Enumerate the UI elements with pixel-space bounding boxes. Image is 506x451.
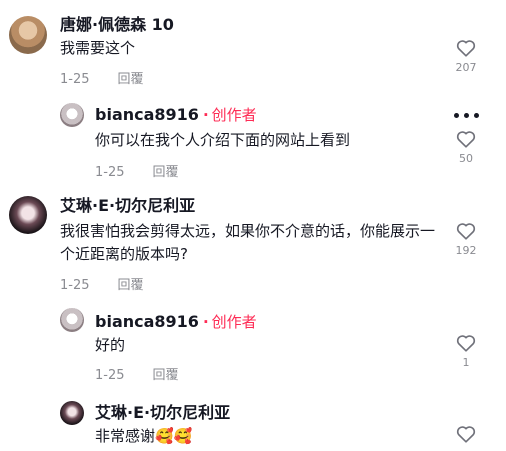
reply-item: 艾琳·E·切尔尼利亚 非常感谢🥰🥰 (0, 395, 506, 451)
comment-date: 1-25 (60, 72, 90, 87)
comment-date: 1-25 (60, 278, 90, 293)
comment-meta: 1-25 回覆 (60, 274, 172, 293)
creator-badge: 创作者 (211, 313, 257, 331)
like-button[interactable]: 1 (446, 334, 486, 369)
comment-item: 唐娜·佩德森 10 我需要这个 1-25 回覆 207 (0, 0, 506, 90)
like-count: 50 (459, 152, 473, 165)
comment-username: bianca8916 · 创作者 (95, 312, 257, 332)
reply-button[interactable]: 回覆 (153, 368, 179, 383)
comment-text: 我很害怕我会剪得太远，如果你不介意的话，你能展示一个近距离的版本吗? (60, 222, 436, 263)
comment-username: bianca8916 · 创作者 (95, 105, 257, 125)
comment-date: 1-25 (95, 165, 125, 180)
like-button[interactable] (446, 425, 486, 443)
avatar[interactable] (60, 401, 84, 425)
avatar[interactable] (60, 103, 84, 127)
creator-dot: · (202, 313, 209, 331)
username[interactable]: bianca8916 (95, 312, 199, 331)
username[interactable]: bianca8916 (95, 105, 199, 124)
comment-text: 好的 (95, 336, 126, 354)
comment-text: 我需要这个 (60, 39, 136, 57)
like-count: 207 (455, 61, 477, 74)
comment-username[interactable]: 艾琳·E·切尔尼利亚 (95, 403, 230, 423)
like-button[interactable]: 50 (446, 130, 486, 165)
avatar[interactable] (60, 308, 84, 332)
avatar[interactable] (9, 16, 47, 54)
comment-meta: 1-25 回覆 (95, 364, 207, 383)
more-options-icon[interactable] (452, 113, 482, 119)
comment-meta: 1-25 回覆 (60, 68, 172, 87)
like-count: 1 (462, 356, 470, 369)
heart-outline-icon (456, 131, 476, 148)
reply-item: bianca8916 · 创作者 好的 1-25 回覆 1 (0, 300, 506, 390)
comment-text: 非常感谢🥰🥰 (95, 427, 193, 445)
creator-badge: 创作者 (211, 106, 257, 124)
comment-item: 艾琳·E·切尔尼利亚 我很害怕我会剪得太远，如果你不介意的话，你能展示一个近距离… (0, 190, 506, 295)
comment-meta: 1-25 回覆 (95, 161, 207, 180)
avatar[interactable] (9, 196, 47, 234)
creator-dot: · (202, 106, 209, 124)
like-button[interactable]: 207 (446, 39, 486, 74)
heart-outline-icon (456, 335, 476, 352)
comment-username[interactable]: 艾琳·E·切尔尼利亚 (60, 196, 195, 216)
comment-date: 1-25 (95, 368, 125, 383)
reply-button[interactable]: 回覆 (118, 278, 144, 293)
reply-item: bianca8916 · 创作者 你可以在我个人介绍下面的网站上看到 1-25 回覆 … (0, 95, 506, 180)
reply-button[interactable]: 回覆 (153, 165, 179, 180)
like-button[interactable]: 192 (446, 222, 486, 257)
comment-text: 你可以在我个人介绍下面的网站上看到 (95, 131, 351, 149)
reply-button[interactable]: 回覆 (118, 72, 144, 87)
heart-outline-icon (456, 223, 476, 240)
heart-outline-icon (456, 40, 476, 57)
heart-outline-icon (456, 426, 476, 443)
like-count: 192 (455, 244, 477, 257)
comment-username[interactable]: 唐娜·佩德森 10 (60, 15, 174, 35)
